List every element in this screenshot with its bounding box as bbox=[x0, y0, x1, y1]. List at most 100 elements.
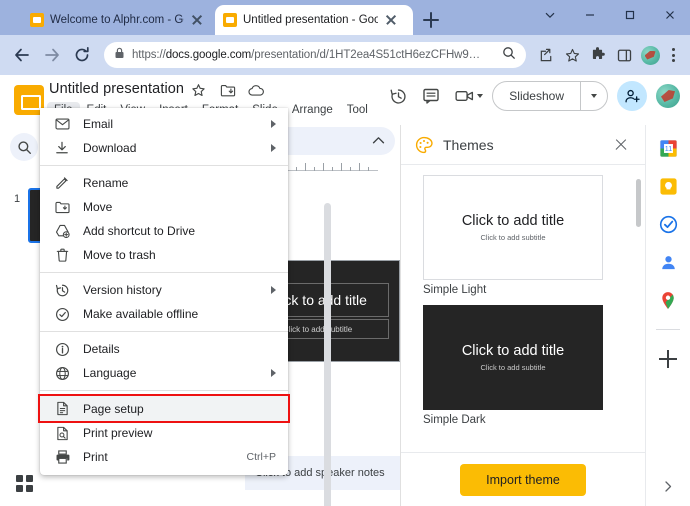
menu-item-label: Print bbox=[83, 450, 108, 464]
menu-item-shortcut: Ctrl+P bbox=[246, 451, 276, 463]
video-camera-icon bbox=[452, 84, 476, 108]
history-clock-icon[interactable] bbox=[386, 84, 410, 108]
tab-strip: Welcome to Alphr.com - Google Untitled p… bbox=[0, 0, 690, 35]
menu-item-make-available-offline[interactable]: Make available offline bbox=[40, 302, 288, 326]
tab-title: Welcome to Alphr.com - Google bbox=[50, 14, 184, 26]
comment-icon[interactable] bbox=[419, 84, 443, 108]
close-icon[interactable] bbox=[190, 13, 204, 27]
profile-avatar[interactable] bbox=[638, 43, 662, 67]
menu-item-print-preview[interactable]: Print preview bbox=[40, 421, 288, 445]
menu-arrange[interactable]: Arrange bbox=[285, 102, 340, 118]
menu-item-language[interactable]: Language bbox=[40, 361, 288, 385]
menu-item-move[interactable]: Move bbox=[40, 195, 288, 219]
menu-item-label: Move to trash bbox=[83, 248, 156, 262]
themes-scrollbar[interactable] bbox=[636, 179, 641, 227]
menu-item-label: Move bbox=[83, 200, 113, 214]
chrome-menu-icon[interactable] bbox=[664, 46, 682, 64]
menu-item-print[interactable]: Print Ctrl+P bbox=[40, 445, 288, 469]
browser-tab-2[interactable]: Untitled presentation - Google S bbox=[215, 5, 413, 35]
chevron-down-icon[interactable] bbox=[581, 94, 607, 98]
grid-view-icon[interactable] bbox=[16, 475, 33, 492]
search-icon[interactable] bbox=[10, 133, 38, 161]
extensions-puzzle-icon[interactable] bbox=[586, 43, 610, 67]
google-maps-icon[interactable] bbox=[657, 289, 679, 311]
theme-card[interactable]: Click to add title Click to add subtitle… bbox=[423, 305, 623, 426]
close-icon[interactable] bbox=[384, 13, 398, 27]
chevron-right-icon[interactable] bbox=[663, 480, 673, 496]
themes-panel: Themes Click to add title Click to add s… bbox=[400, 125, 645, 506]
star-icon[interactable] bbox=[190, 82, 207, 99]
theme-card[interactable]: Click to add title Click to add subtitle… bbox=[423, 175, 623, 296]
move-folder-icon bbox=[54, 199, 70, 215]
chevron-down-icon[interactable] bbox=[530, 0, 570, 30]
slides-favicon bbox=[30, 13, 44, 27]
menu-item-label: Page setup bbox=[83, 401, 144, 416]
google-keep-icon[interactable] bbox=[657, 175, 679, 197]
themes-list: Click to add title Click to add subtitle… bbox=[401, 165, 645, 452]
meet-button[interactable] bbox=[452, 84, 484, 108]
user-avatar[interactable] bbox=[656, 84, 680, 108]
slideshow-button[interactable]: Slideshow bbox=[492, 81, 608, 111]
menu-item-details[interactable]: Details bbox=[40, 337, 288, 361]
google-side-panel: 11 bbox=[645, 125, 690, 506]
move-to-folder-icon[interactable] bbox=[219, 82, 236, 99]
browser-window: Welcome to Alphr.com - Google Untitled p… bbox=[0, 0, 690, 506]
menu-item-label: Download bbox=[83, 141, 137, 155]
menu-item-page-setup[interactable]: Page setup bbox=[38, 394, 290, 423]
slides-favicon bbox=[223, 13, 237, 27]
menu-item-download[interactable]: Download bbox=[40, 136, 288, 160]
google-tasks-icon[interactable] bbox=[657, 213, 679, 235]
forward-arrow-icon[interactable] bbox=[38, 41, 66, 69]
theme-name: Simple Dark bbox=[423, 414, 486, 426]
maximize-icon[interactable] bbox=[610, 0, 650, 30]
menu-item-add-shortcut-to-drive[interactable]: Add shortcut to Drive bbox=[40, 219, 288, 243]
menu-item-rename[interactable]: Rename bbox=[40, 171, 288, 195]
theme-preview[interactable]: Click to add title Click to add subtitle bbox=[423, 175, 603, 280]
close-icon[interactable] bbox=[611, 135, 631, 155]
chevron-up-icon[interactable] bbox=[372, 132, 385, 150]
info-icon bbox=[54, 341, 70, 357]
share-icon[interactable] bbox=[534, 43, 558, 67]
new-tab-button[interactable] bbox=[419, 8, 443, 32]
add-person-icon bbox=[624, 89, 640, 102]
pencil-icon bbox=[54, 175, 70, 191]
theme-preview-subtitle: Click to add subtitle bbox=[480, 233, 546, 242]
google-contacts-icon[interactable] bbox=[657, 251, 679, 273]
google-calendar-icon[interactable]: 11 bbox=[657, 137, 679, 159]
bookmark-star-icon[interactable] bbox=[560, 43, 584, 67]
file-menu-dropdown[interactable]: Email Download Rename Move Add shortcut … bbox=[38, 108, 290, 475]
page-title[interactable]: Untitled presentation bbox=[49, 81, 184, 97]
divider bbox=[656, 329, 680, 330]
back-arrow-icon[interactable] bbox=[8, 41, 36, 69]
minimize-icon[interactable] bbox=[570, 0, 610, 30]
side-panel-icon[interactable] bbox=[612, 43, 636, 67]
share-button[interactable] bbox=[617, 81, 647, 111]
browser-tab-1[interactable]: Welcome to Alphr.com - Google bbox=[22, 5, 212, 35]
add-app-button[interactable] bbox=[657, 348, 679, 370]
menu-separator bbox=[40, 165, 288, 166]
menu-item-label: Add shortcut to Drive bbox=[83, 224, 196, 238]
header-actions: Slideshow bbox=[386, 81, 680, 111]
chevron-right-icon bbox=[271, 144, 276, 152]
search-icon[interactable] bbox=[502, 46, 516, 65]
themes-panel-header: Themes bbox=[401, 125, 645, 165]
import-theme-button[interactable]: Import theme bbox=[460, 463, 586, 496]
theme-preview[interactable]: Click to add title Click to add subtitle bbox=[423, 305, 603, 410]
chevron-right-icon bbox=[271, 286, 276, 294]
cloud-saved-icon[interactable] bbox=[248, 82, 265, 99]
menu-tools[interactable]: Tool bbox=[340, 102, 375, 118]
menu-item-email[interactable]: Email bbox=[40, 112, 288, 136]
menu-item-version-history[interactable]: Version history bbox=[40, 278, 288, 302]
editor-scrollbar[interactable] bbox=[324, 203, 331, 506]
address-bar[interactable]: https://docs.google.com/presentation/d/1… bbox=[104, 42, 526, 68]
menu-item-label: Language bbox=[83, 366, 137, 380]
themes-panel-title: Themes bbox=[443, 136, 494, 153]
theme-name: Simple Light bbox=[423, 284, 487, 296]
themes-panel-footer: Import theme bbox=[401, 452, 645, 506]
reload-icon[interactable] bbox=[68, 41, 96, 69]
close-icon[interactable] bbox=[650, 0, 690, 30]
menu-item-label: Details bbox=[83, 342, 120, 356]
history-clock-icon bbox=[54, 282, 70, 298]
trash-icon bbox=[54, 247, 70, 263]
menu-item-move-to-trash[interactable]: Move to trash bbox=[40, 243, 288, 267]
